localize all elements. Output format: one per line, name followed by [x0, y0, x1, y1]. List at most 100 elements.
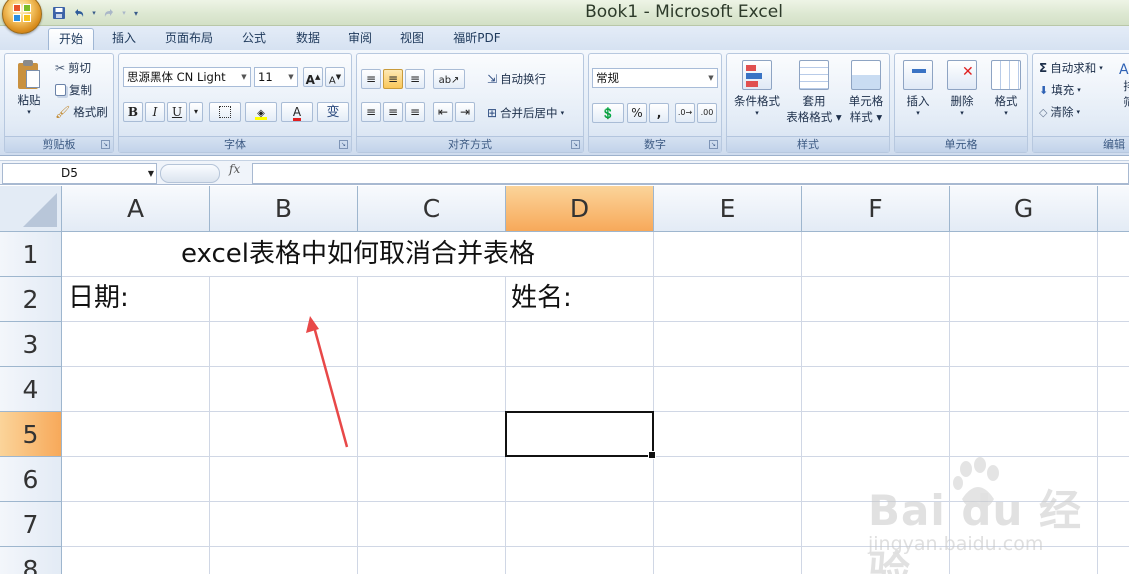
- cells-group-title: 单元格: [895, 136, 1027, 152]
- cell-a2-date-label[interactable]: 日期:: [68, 276, 129, 321]
- styles-group: 条件格式 ▾ 套用 表格格式 ▾ 单元格 样式 ▾ 样式: [726, 53, 890, 153]
- gridline: [653, 232, 654, 574]
- underline-button[interactable]: U: [167, 102, 187, 122]
- conditional-format-button[interactable]: 条件格式 ▾: [729, 60, 785, 117]
- delete-cells-button[interactable]: ✕ 删除 ▾: [941, 60, 983, 117]
- autosum-button[interactable]: Σ 自动求和 ▾: [1039, 60, 1103, 76]
- percent-button[interactable]: %: [627, 103, 647, 123]
- baidu-watermark-brand: Bai du 经验: [868, 486, 1082, 574]
- font-launcher-icon[interactable]: ↘: [339, 140, 348, 149]
- column-header-b[interactable]: B: [210, 186, 358, 232]
- phonetic-button[interactable]: 变: [317, 102, 349, 122]
- cell-styles-button[interactable]: 单元格 样式 ▾: [843, 60, 889, 125]
- font-color-button[interactable]: A: [281, 102, 313, 122]
- tab-page-layout[interactable]: 页面布局: [156, 28, 222, 50]
- shrink-font-button[interactable]: A▼: [325, 67, 345, 87]
- cell-d2-name-label[interactable]: 姓名:: [511, 276, 572, 321]
- insert-function-icon[interactable]: fx: [229, 162, 240, 176]
- align-middle-icon: ≡: [387, 72, 399, 86]
- column-header-e[interactable]: E: [654, 186, 802, 232]
- row-header-3[interactable]: 3: [0, 322, 62, 367]
- accounting-format-button[interactable]: 💲: [592, 103, 624, 123]
- decrease-decimal-button[interactable]: .00: [697, 103, 717, 123]
- cells-group: 插入 ▾ ✕ 删除 ▾ 格式 ▾ 单元格: [894, 53, 1028, 153]
- comma-button[interactable]: ,: [649, 103, 669, 123]
- styles-group-title: 样式: [727, 136, 889, 152]
- tab-formulas[interactable]: 公式: [232, 28, 276, 50]
- fill-button[interactable]: ⬇ 填充 ▾: [1039, 82, 1081, 98]
- orientation-button[interactable]: ab↗: [433, 69, 465, 89]
- grow-font-button[interactable]: A▲: [303, 67, 323, 87]
- increase-decimal-button[interactable]: .0→: [675, 103, 695, 123]
- row-header-4[interactable]: 4: [0, 367, 62, 412]
- column-header-a[interactable]: A: [62, 186, 210, 232]
- format-as-table-button[interactable]: 套用 表格格式 ▾: [785, 60, 843, 125]
- bold-button[interactable]: B: [123, 102, 143, 122]
- copy-button[interactable]: 复制: [55, 82, 92, 98]
- tab-insert[interactable]: 插入: [102, 28, 146, 50]
- row-header-7[interactable]: 7: [0, 502, 62, 547]
- paste-button[interactable]: 粘贴 ▾: [9, 60, 49, 116]
- alignment-launcher-icon[interactable]: ↘: [571, 140, 580, 149]
- chevron-down-icon: ▼: [241, 73, 247, 81]
- align-bottom-button[interactable]: ≡: [405, 69, 425, 89]
- increase-indent-button[interactable]: ⇥: [455, 102, 475, 122]
- column-header-c[interactable]: C: [358, 186, 506, 232]
- underline-dropdown-icon[interactable]: ▾: [189, 102, 203, 122]
- row-header-8[interactable]: 8: [0, 547, 62, 574]
- insert-cells-button[interactable]: 插入 ▾: [897, 60, 939, 117]
- format-painter-button[interactable]: 🖌 格式刷: [55, 104, 108, 120]
- column-header-g[interactable]: G: [950, 186, 1098, 232]
- tab-review[interactable]: 审阅: [338, 28, 382, 50]
- column-header-f[interactable]: F: [802, 186, 950, 232]
- align-middle-button[interactable]: ≡: [383, 69, 403, 89]
- font-size-combo[interactable]: 11 ▼: [254, 67, 298, 87]
- fill-color-button[interactable]: ◈: [245, 102, 277, 122]
- column-header-d[interactable]: D: [506, 186, 654, 232]
- tab-home[interactable]: 开始: [48, 28, 94, 50]
- wrap-text-button[interactable]: ⇲ 自动换行: [487, 71, 546, 87]
- number-format-combo[interactable]: 常规 ▼: [592, 68, 718, 88]
- gridline: [62, 321, 1129, 322]
- align-center-button[interactable]: ≡: [383, 102, 403, 122]
- cell-a1-merged-title[interactable]: excel表格中如何取消合并表格: [62, 232, 654, 277]
- increase-indent-icon: ⇥: [459, 105, 471, 119]
- sort-filter-button[interactable]: A↓ 排 筛: [1119, 62, 1129, 110]
- scissors-icon: ✂: [55, 61, 66, 75]
- number-launcher-icon[interactable]: ↘: [709, 140, 718, 149]
- active-cell-d5[interactable]: [505, 411, 656, 459]
- paste-dropdown-icon: ▾: [27, 108, 31, 116]
- chevron-down-icon: ▾: [1099, 64, 1103, 72]
- fill-down-icon: ⬇: [1039, 83, 1049, 97]
- border-button[interactable]: [209, 102, 241, 122]
- row-header-2[interactable]: 2: [0, 277, 62, 322]
- formula-input[interactable]: [252, 163, 1129, 184]
- column-header-h[interactable]: [1098, 186, 1129, 232]
- select-all-button[interactable]: [0, 186, 62, 232]
- row-header-6[interactable]: 6: [0, 457, 62, 502]
- office-logo-icon: [13, 4, 33, 24]
- font-name-combo[interactable]: 思源黑体 CN Light ▼: [123, 67, 251, 87]
- decrease-indent-button[interactable]: ⇤: [433, 102, 453, 122]
- align-top-button[interactable]: ≡: [361, 69, 381, 89]
- tab-view[interactable]: 视图: [390, 28, 434, 50]
- format-cells-button[interactable]: 格式 ▾: [985, 60, 1027, 117]
- merge-cells-icon: ⊞: [487, 106, 498, 120]
- row-header-5[interactable]: 5: [0, 412, 62, 457]
- format-cells-icon: [991, 60, 1021, 90]
- merge-center-button[interactable]: ⊞ 合并后居中 ▾: [487, 105, 564, 121]
- window-title: Book1 - Microsoft Excel: [585, 2, 783, 22]
- clear-button[interactable]: ◇ 清除 ▾: [1039, 104, 1080, 120]
- row-header-1[interactable]: 1: [0, 232, 62, 277]
- tab-foxit-pdf[interactable]: 福昕PDF: [444, 28, 510, 50]
- formula-bar-splitter[interactable]: [160, 164, 220, 183]
- decrease-decimal-icon: .00: [700, 108, 714, 117]
- clipboard-launcher-icon[interactable]: ↘: [101, 140, 110, 149]
- align-left-button[interactable]: ≡: [361, 102, 381, 122]
- cut-button[interactable]: ✂ 剪切: [55, 60, 91, 76]
- name-box[interactable]: D5 ▼: [2, 163, 157, 184]
- tab-data[interactable]: 数据: [286, 28, 330, 50]
- align-right-button[interactable]: ≡: [405, 102, 425, 122]
- insert-cells-icon: [903, 60, 933, 90]
- italic-button[interactable]: I: [145, 102, 165, 122]
